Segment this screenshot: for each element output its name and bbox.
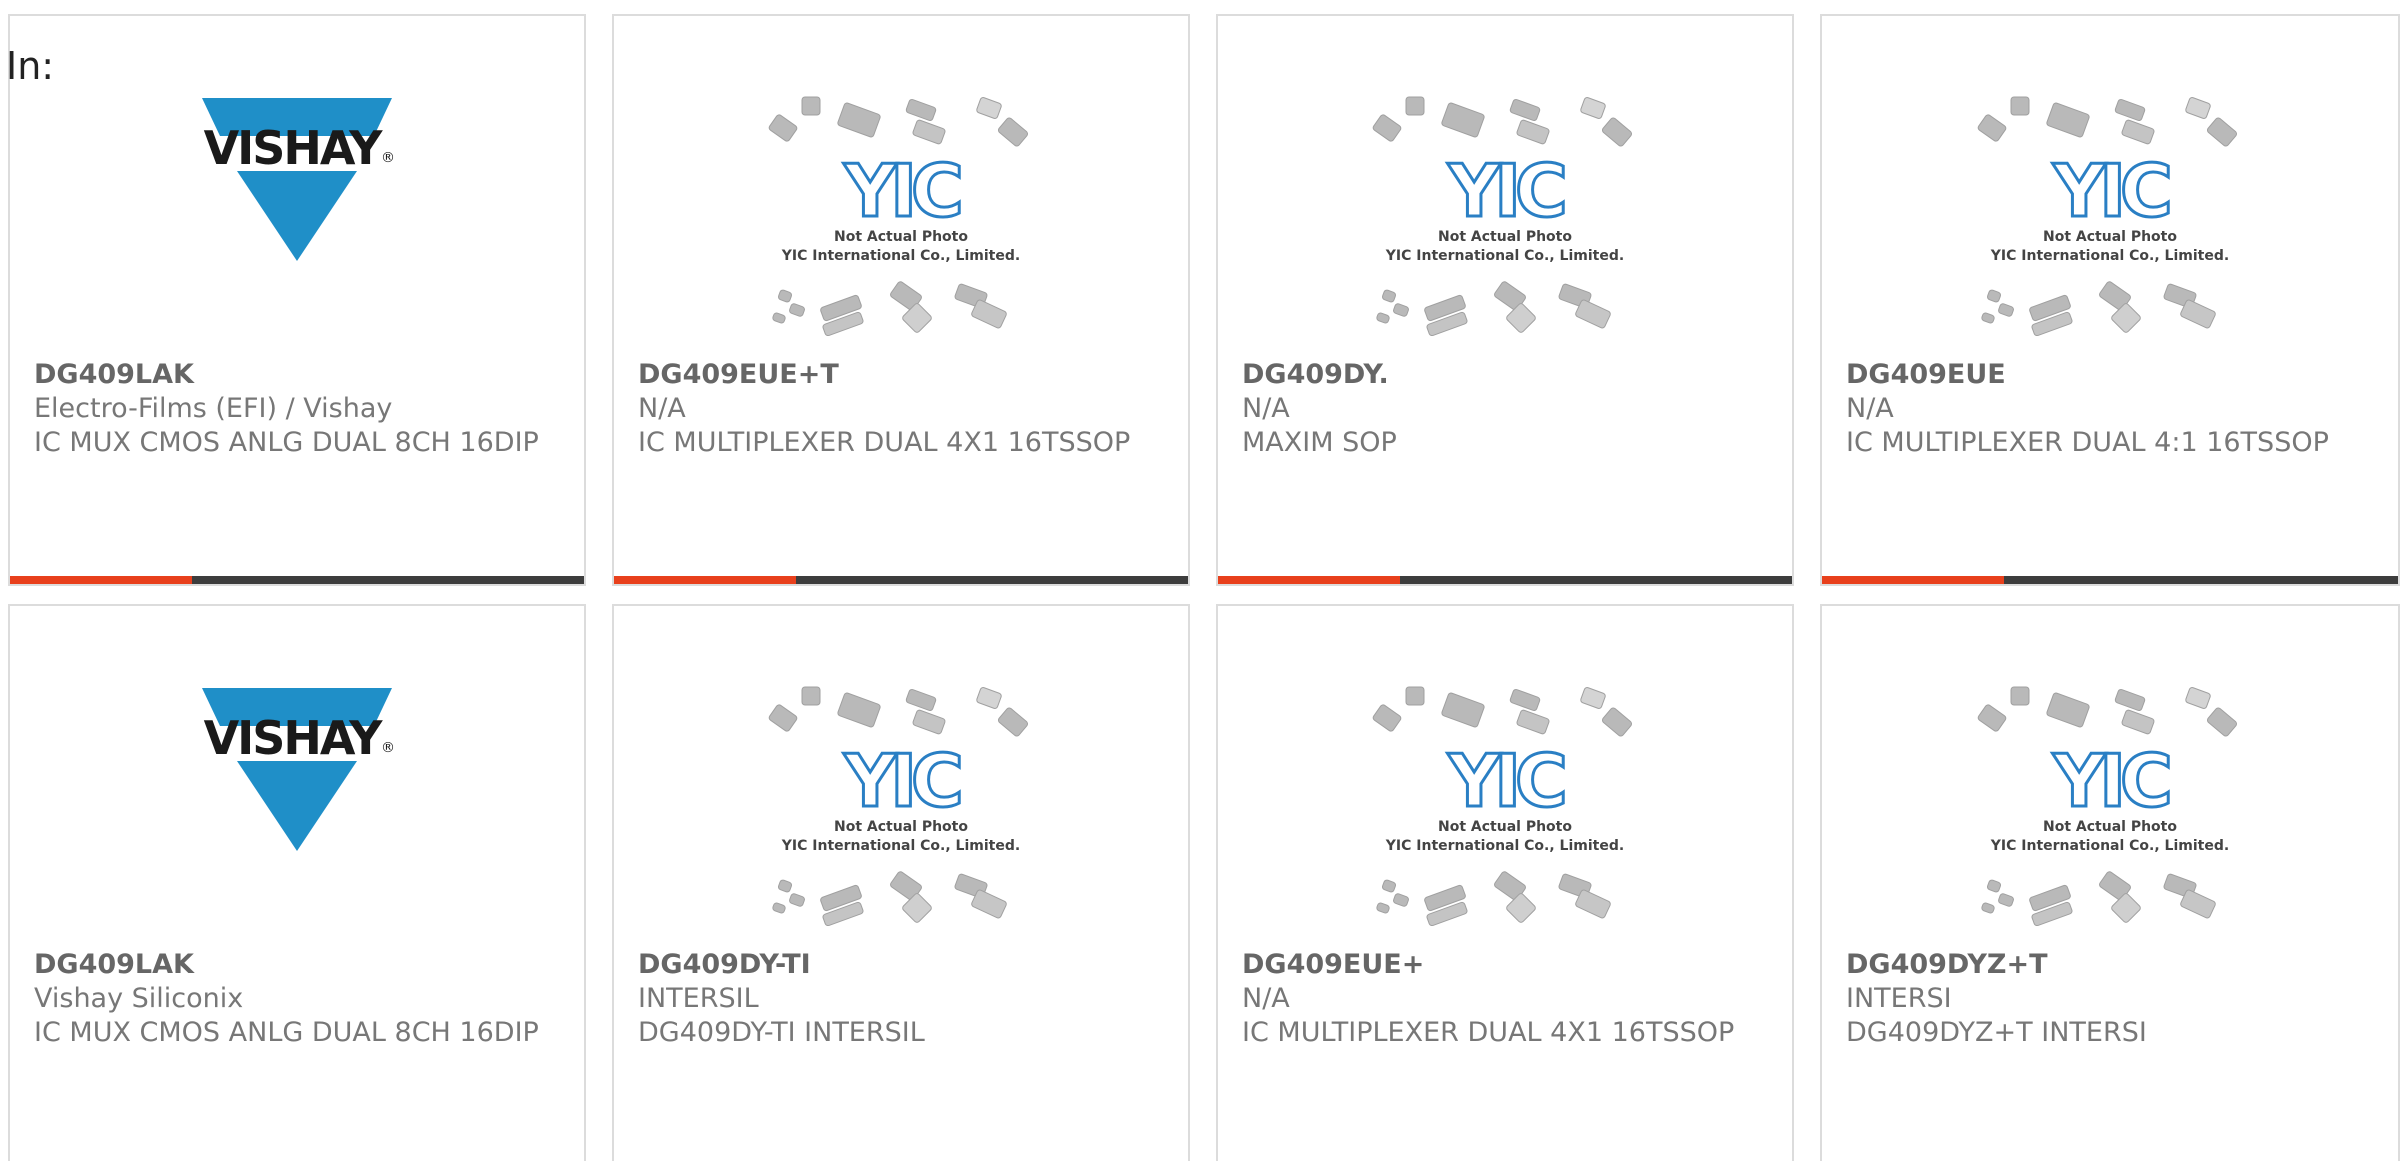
yic-logo-text: YIC [843, 149, 960, 233]
product-grid-page: In: VISHAY ® DG409LAK Electro-Films (EFI)… [0, 0, 2400, 1161]
image-caption-line1: Not Actual Photo [1438, 819, 1572, 835]
part-number[interactable]: DG409EUE [1846, 358, 2382, 392]
description: IC MUX CMOS ANLG DUAL 8CH 16DIP [34, 1017, 539, 1048]
product-image: YIC Not Actual Photo YIC International Co.… [614, 686, 1188, 926]
product-image: YIC Not Actual Photo YIC International Co.… [1218, 686, 1792, 926]
product-card[interactable]: VISHAY ® DG409LAK Electro-Films (EFI) / V… [8, 14, 586, 586]
part-number[interactable]: DG409EUE+T [638, 358, 1172, 392]
description: IC MULTIPLEXER DUAL 4X1 16TSSOP [1242, 1017, 1735, 1048]
image-caption-line1: Not Actual Photo [2043, 819, 2177, 835]
description: IC MUX CMOS ANLG DUAL 8CH 16DIP [34, 427, 539, 458]
manufacturer: INTERSIL [638, 983, 759, 1014]
description: MAXIM SOP [1242, 427, 1397, 458]
description: IC MULTIPLEXER DUAL 4:1 16TSSOP [1846, 427, 2329, 458]
yic-logo-text: YIC [1447, 739, 1564, 823]
card-underline-bar [10, 576, 584, 584]
product-image: VISHAY ® [10, 96, 584, 296]
product-image: VISHAY ® [10, 686, 584, 886]
image-caption-line2: YIC International Co., Limited. [781, 248, 1020, 264]
not-actual-photo-icon: YICNot Actual Photo YIC International Co.… [1977, 96, 2238, 336]
product-card[interactable]: YIC Not Actual Photo YIC International Co.… [1820, 14, 2400, 586]
product-card[interactable]: VISHAY ® DG409LAK Vishay Siliconix IC MUX… [8, 604, 586, 1161]
manufacturer: N/A [1242, 983, 1290, 1014]
product-image: YIC Not Actual Photo YIC International Co.… [614, 96, 1188, 336]
product-card[interactable]: YIC Not Actual Photo YIC International Co.… [1216, 14, 1794, 586]
image-caption-line1: Not Actual Photo [2043, 229, 2177, 245]
card-underline-accent [1218, 576, 1400, 584]
card-underline-bar [614, 576, 1188, 584]
not-actual-photo-icon: YICNot Actual Photo YIC International Co.… [1372, 96, 1633, 336]
manufacturer: N/A [638, 393, 686, 424]
part-number[interactable]: DG409EUE+ [1242, 948, 1776, 982]
product-image: YIC Not Actual Photo YIC International Co.… [1218, 96, 1792, 336]
image-caption-line1: Not Actual Photo [834, 819, 968, 835]
vishay-logo-icon: VISHAY ® [202, 98, 395, 261]
image-caption-line1: Not Actual Photo [834, 229, 968, 245]
yic-logo-text: YIC [843, 739, 960, 823]
card-underline-accent [1822, 576, 2004, 584]
card-underline-bar [1822, 576, 2398, 584]
manufacturer: N/A [1242, 393, 1290, 424]
manufacturer: N/A [1846, 393, 1894, 424]
image-caption-line2: YIC International Co., Limited. [781, 838, 1020, 854]
yic-logo-text: YIC [2052, 149, 2169, 233]
part-number[interactable]: DG409DYZ+T [1846, 948, 2382, 982]
product-image: YIC Not Actual Photo YIC International Co.… [1822, 96, 2398, 336]
manufacturer: INTERSI [1846, 983, 1952, 1014]
vishay-logo-mark: ® [381, 740, 395, 756]
image-caption-line2: YIC International Co., Limited. [1385, 248, 1624, 264]
vishay-logo-text: VISHAY [204, 711, 384, 765]
manufacturer: Vishay Siliconix [34, 983, 244, 1014]
part-number[interactable]: DG409LAK [34, 948, 568, 982]
image-caption-line2: YIC International Co., Limited. [1990, 248, 2229, 264]
product-card[interactable]: YIC Not Actual Photo YIC International Co.… [612, 604, 1190, 1161]
yic-logo-text: YIC [1447, 149, 1564, 233]
card-underline-accent [614, 576, 796, 584]
product-image: YIC Not Actual Photo YIC International Co.… [1822, 686, 2398, 926]
part-number[interactable]: DG409LAK [34, 358, 568, 392]
not-actual-photo-icon: YICNot Actual Photo YIC International Co.… [768, 686, 1029, 926]
part-number[interactable]: DG409DY. [1242, 358, 1776, 392]
not-actual-photo-icon: YICNot Actual Photo YIC International Co.… [1372, 686, 1633, 926]
description: IC MULTIPLEXER DUAL 4X1 16TSSOP [638, 427, 1131, 458]
description: DG409DYZ+T INTERSI [1846, 1017, 2147, 1048]
vishay-logo-mark: ® [381, 150, 395, 166]
card-underline-bar [1218, 576, 1792, 584]
manufacturer: Electro-Films (EFI) / Vishay [34, 393, 393, 424]
not-actual-photo-icon: YICNot Actual Photo YIC International Co.… [1977, 686, 2238, 926]
product-card[interactable]: YIC Not Actual Photo YIC International Co.… [1216, 604, 1794, 1161]
product-card[interactable]: YIC Not Actual Photo YIC International Co.… [1820, 604, 2400, 1161]
image-caption-line1: Not Actual Photo [1438, 229, 1572, 245]
card-underline-accent [10, 576, 192, 584]
yic-logo-text: YIC [2052, 739, 2169, 823]
product-card[interactable]: YIC Not Actual Photo YIC International Co.… [612, 14, 1190, 586]
image-caption-line2: YIC International Co., Limited. [1990, 838, 2229, 854]
not-actual-photo-icon: YICNot Actual Photo YIC International Co.… [768, 96, 1029, 336]
part-number[interactable]: DG409DY-TI [638, 948, 1172, 982]
image-caption-line2: YIC International Co., Limited. [1385, 838, 1624, 854]
prefix-label: In: [6, 44, 55, 88]
vishay-logo-text: VISHAY [204, 121, 384, 175]
description: DG409DY-TI INTERSIL [638, 1017, 925, 1048]
vishay-logo-icon: VISHAY ® [202, 688, 395, 851]
